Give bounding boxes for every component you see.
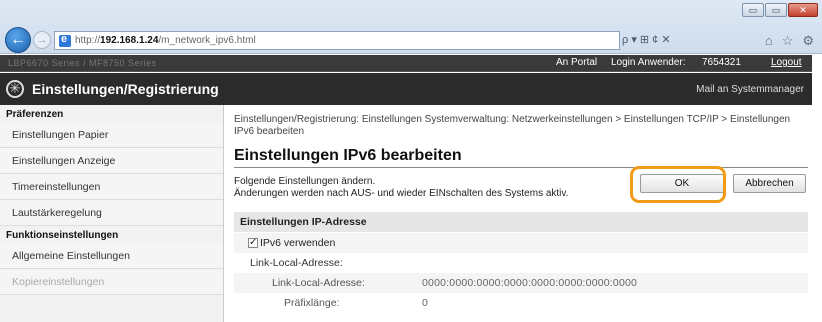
url-host: 192.168.1.24	[100, 35, 159, 46]
link-local-address-label: Link-Local-Adresse:	[272, 277, 365, 289]
back-button[interactable]: ←	[5, 27, 31, 53]
mail-system-manager-link[interactable]: Mail an Systemmanager	[696, 84, 804, 95]
link-local-group-label: Link-Local-Adresse:	[250, 257, 343, 269]
close-button[interactable]: ✕	[788, 3, 818, 17]
browser-chrome: ▭ ▭ ✕ ← → http:// 192.168.1.24 /m_networ…	[0, 0, 822, 54]
portal-link[interactable]: An Portal	[556, 57, 597, 68]
login-user-value: 7654321	[702, 57, 741, 68]
logout-link[interactable]: Logout	[771, 57, 802, 68]
sidebar-item-timer[interactable]: Timereinstellungen	[0, 174, 223, 200]
favorites-icon[interactable]: ☆	[782, 33, 794, 49]
prefix-length-label: Präfixlänge:	[284, 297, 340, 309]
ie-favicon-icon	[59, 33, 71, 47]
link-local-group-row: Link-Local-Adresse:	[234, 253, 808, 273]
home-icon[interactable]: ⌂	[765, 33, 773, 49]
use-ipv6-label: IPv6 verwenden	[260, 237, 336, 249]
login-user-label: Login Anwender:	[611, 57, 686, 68]
maximize-button[interactable]: ▭	[765, 3, 787, 17]
section-ip-address-settings: Einstellungen IP-Adresse	[234, 212, 808, 232]
link-local-address-row: Link-Local-Adresse: 0000:0000:0000:0000:…	[234, 273, 808, 293]
sidebar: Präferenzen Einstellungen Papier Einstel…	[0, 105, 224, 322]
forward-button[interactable]: →	[33, 31, 51, 49]
settings-gear-icon[interactable]: ⚙	[802, 33, 814, 49]
page-header: Einstellungen/Registrierung Mail an Syst…	[0, 73, 812, 105]
ok-highlight-callout	[630, 166, 726, 203]
device-model: LBP6670 Series / MF8750 Series	[8, 58, 157, 68]
use-ipv6-row: IPv6 verwenden	[234, 233, 808, 253]
use-ipv6-checkbox[interactable]	[248, 233, 258, 253]
sidebar-item-paper[interactable]: Einstellungen Papier	[0, 122, 223, 148]
breadcrumb: Einstellungen/Registrierung: Einstellung…	[234, 114, 791, 137]
sidebar-item-copy[interactable]: Kopiereinstellungen	[0, 269, 223, 295]
main-content: Einstellungen/Registrierung: Einstellung…	[224, 105, 812, 322]
sidebar-section-preferences: Präferenzen	[6, 109, 64, 120]
instruction-line-1: Folgende Einstellungen ändern.	[234, 176, 376, 187]
sidebar-item-volume[interactable]: Lautstärkeregelung	[0, 200, 223, 226]
page-title: Einstellungen IPv6 bearbeiten	[234, 147, 462, 164]
minimize-button[interactable]: ▭	[742, 3, 764, 17]
url-path: /m_network_ipv6.html	[158, 35, 256, 46]
settings-gear-icon	[6, 80, 24, 98]
window-controls: ▭ ▭ ✕	[742, 3, 818, 17]
prefix-length-row: Präfixlänge: 0	[234, 293, 808, 313]
sidebar-item-general[interactable]: Allgemeine Einstellungen	[0, 243, 223, 269]
sidebar-item-display[interactable]: Einstellungen Anzeige	[0, 148, 223, 174]
header-title: Einstellungen/Registrierung	[32, 81, 219, 97]
sidebar-section-functions: Funktionseinstellungen	[6, 230, 119, 241]
instructions: Folgende Einstellungen ändern. Änderunge…	[234, 176, 568, 200]
address-bar[interactable]: http:// 192.168.1.24 /m_network_ipv6.htm…	[54, 31, 620, 50]
prefix-length-value: 0	[422, 297, 429, 309]
address-actions[interactable]: ρ ▾ ⊞ ¢ ✕	[622, 33, 671, 46]
url-prefix: http://	[75, 35, 101, 46]
link-local-address-value: 0000:0000:0000:0000:0000:0000:0000:0000	[422, 277, 638, 289]
search-refresh-stop-icons[interactable]: ρ ▾ ⊞ ¢ ✕	[622, 33, 671, 46]
remote-ui-topbar: LBP6670 Series / MF8750 Series An Portal…	[0, 55, 812, 72]
cancel-button[interactable]: Abbrechen	[733, 174, 806, 193]
instruction-line-2: Änderungen werden nach AUS- und wieder E…	[234, 188, 569, 199]
browser-tools: ⌂ ☆ ⚙	[765, 33, 814, 49]
